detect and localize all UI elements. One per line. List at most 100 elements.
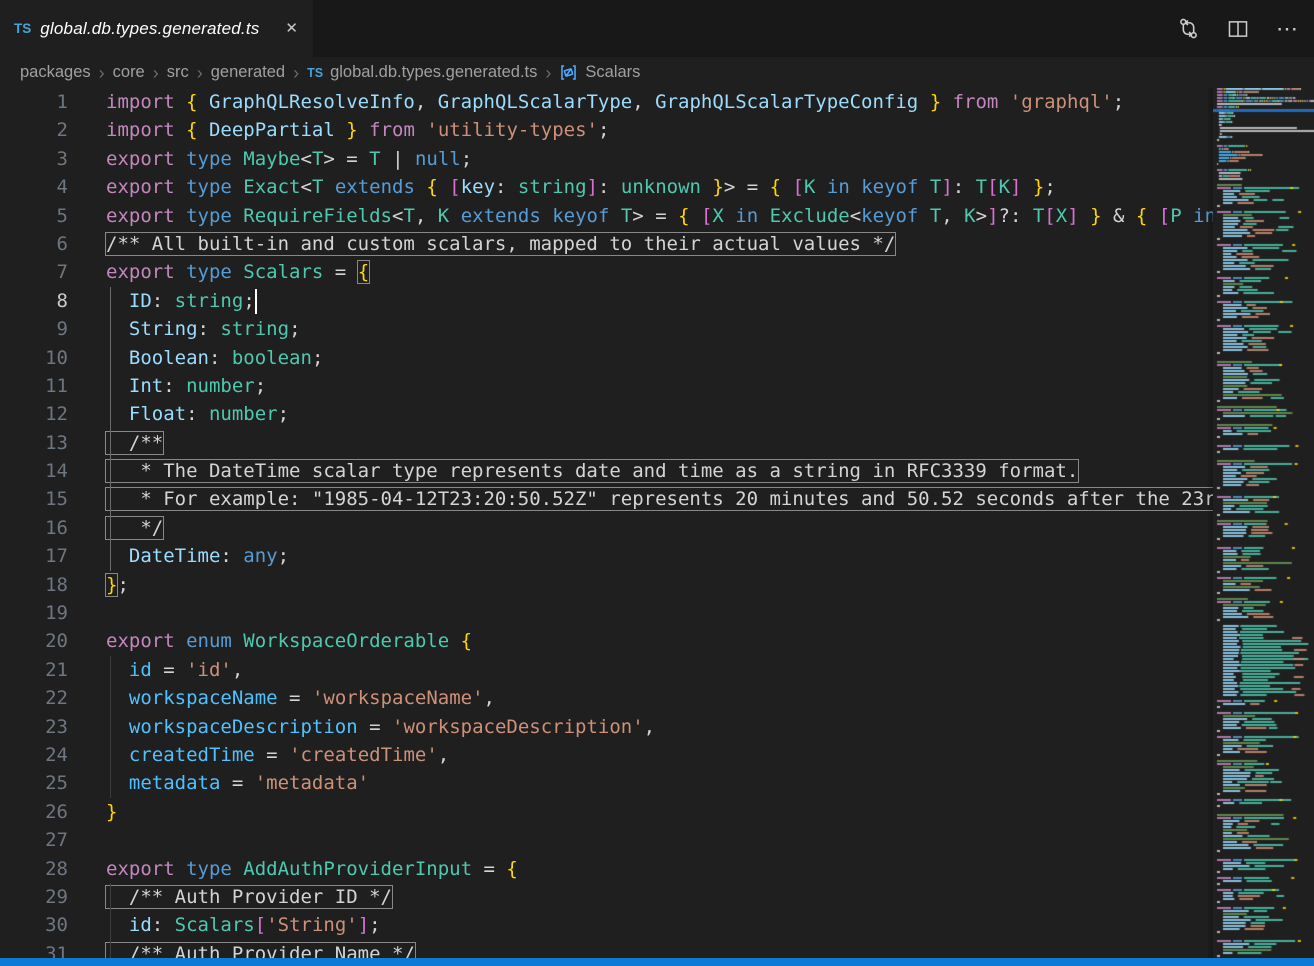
code-line-content: import { DeepPartial } from 'utility-typ… bbox=[68, 116, 609, 144]
status-accent-bar bbox=[0, 958, 1314, 966]
code-line[interactable]: 5export type RequireFields<T, K extends … bbox=[0, 202, 1213, 230]
code-line[interactable]: 26} bbox=[0, 798, 1213, 826]
line-number: 27 bbox=[0, 826, 68, 854]
code-line[interactable]: 23 workspaceDescription = 'workspaceDesc… bbox=[0, 713, 1213, 741]
more-actions-button[interactable]: ⋯ bbox=[1276, 18, 1298, 40]
close-tab-button[interactable]: ✕ bbox=[282, 18, 301, 39]
code-line[interactable]: 8 ID: string; bbox=[0, 287, 1213, 315]
indent-guide bbox=[110, 883, 111, 966]
code-line[interactable]: 3export type Maybe<T> = T | null; bbox=[0, 145, 1213, 173]
line-number: 6 bbox=[0, 230, 68, 258]
line-number: 2 bbox=[0, 116, 68, 144]
code-lines: 1import { GraphQLResolveInfo, GraphQLSca… bbox=[0, 88, 1213, 966]
code-line-content: export type AddAuthProviderInput = { bbox=[68, 855, 518, 883]
code-line-content: createdTime = 'createdTime', bbox=[68, 741, 449, 769]
code-line[interactable]: 17 DateTime: any; bbox=[0, 542, 1213, 570]
code-line[interactable]: 11 Int: number; bbox=[0, 372, 1213, 400]
code-line-content: metadata = 'metadata' bbox=[68, 769, 369, 797]
typescript-file-icon: TS bbox=[14, 21, 31, 36]
code-line[interactable]: 1import { GraphQLResolveInfo, GraphQLSca… bbox=[0, 88, 1213, 116]
code-line-content: */ bbox=[68, 514, 163, 542]
compare-changes-button[interactable] bbox=[1177, 17, 1200, 40]
line-number: 22 bbox=[0, 684, 68, 712]
code-line-content: import { GraphQLResolveInfo, GraphQLScal… bbox=[68, 88, 1124, 116]
indent-guide bbox=[110, 287, 111, 571]
code-line[interactable]: 24 createdTime = 'createdTime', bbox=[0, 741, 1213, 769]
code-line[interactable]: 2import { DeepPartial } from 'utility-ty… bbox=[0, 116, 1213, 144]
breadcrumb-item-core[interactable]: core bbox=[113, 63, 145, 82]
code-line-content: }; bbox=[68, 571, 129, 599]
chevron-right-icon: › bbox=[292, 64, 300, 82]
code-line-content bbox=[68, 826, 106, 854]
code-line[interactable]: 12 Float: number; bbox=[0, 400, 1213, 428]
breadcrumb-item-file[interactable]: TS global.db.types.generated.ts bbox=[307, 63, 537, 82]
code-line[interactable]: 7export type Scalars = { bbox=[0, 258, 1213, 286]
line-number: 7 bbox=[0, 258, 68, 286]
code-line-content: String: string; bbox=[68, 315, 301, 343]
line-number: 4 bbox=[0, 173, 68, 201]
code-line-content: Boolean: boolean; bbox=[68, 344, 323, 372]
editor-actions: ⋯ bbox=[1177, 0, 1314, 57]
line-number: 3 bbox=[0, 145, 68, 173]
line-number: 21 bbox=[0, 656, 68, 684]
breadcrumb-item-src[interactable]: src bbox=[167, 63, 189, 82]
code-line-content: export type Exact<T extends { [key: stri… bbox=[68, 173, 1056, 201]
minimap[interactable] bbox=[1213, 88, 1314, 966]
vscode-editor-window: TS global.db.types.generated.ts ✕ bbox=[0, 0, 1314, 966]
code-line-content: } bbox=[68, 798, 117, 826]
split-editor-icon bbox=[1227, 18, 1249, 40]
text-cursor bbox=[255, 289, 257, 314]
breadcrumb-item-generated[interactable]: generated bbox=[211, 63, 285, 82]
line-number: 1 bbox=[0, 88, 68, 116]
line-number: 13 bbox=[0, 429, 68, 457]
line-number: 20 bbox=[0, 627, 68, 655]
code-line[interactable]: 25 metadata = 'metadata' bbox=[0, 769, 1213, 797]
code-line[interactable]: 9 String: string; bbox=[0, 315, 1213, 343]
code-line[interactable]: 10 Boolean: boolean; bbox=[0, 344, 1213, 372]
tab-bar: TS global.db.types.generated.ts ✕ bbox=[0, 0, 1314, 57]
breadcrumb: packages › core › src › generated › TS g… bbox=[0, 57, 1314, 88]
line-number: 11 bbox=[0, 372, 68, 400]
tab-global-db-types[interactable]: TS global.db.types.generated.ts ✕ bbox=[0, 0, 313, 57]
code-line-content: * For example: "1985-04-12T23:20:50.52Z"… bbox=[68, 485, 1213, 513]
typescript-file-icon: TS bbox=[307, 66, 323, 80]
code-line-content: export type RequireFields<T, K extends k… bbox=[68, 202, 1213, 230]
code-line[interactable]: 28export type AddAuthProviderInput = { bbox=[0, 855, 1213, 883]
line-number: 23 bbox=[0, 713, 68, 741]
close-icon: ✕ bbox=[285, 20, 298, 37]
code-line[interactable]: 4export type Exact<T extends { [key: str… bbox=[0, 173, 1213, 201]
code-line[interactable]: 6/** All built-in and custom scalars, ma… bbox=[0, 230, 1213, 258]
line-number: 14 bbox=[0, 457, 68, 485]
code-line-content: id: Scalars['String']; bbox=[68, 911, 381, 939]
split-editor-button[interactable] bbox=[1227, 18, 1249, 40]
code-line[interactable]: 13 /** bbox=[0, 429, 1213, 457]
line-number: 26 bbox=[0, 798, 68, 826]
code-line[interactable]: 19 bbox=[0, 599, 1213, 627]
code-line-content: ID: string; bbox=[68, 287, 255, 315]
line-number: 16 bbox=[0, 514, 68, 542]
code-editor[interactable]: 1import { GraphQLResolveInfo, GraphQLSca… bbox=[0, 88, 1213, 966]
code-line[interactable]: 30 id: Scalars['String']; bbox=[0, 911, 1213, 939]
code-line[interactable]: 22 workspaceName = 'workspaceName', bbox=[0, 684, 1213, 712]
line-number: 9 bbox=[0, 315, 68, 343]
line-number: 24 bbox=[0, 741, 68, 769]
compare-changes-icon bbox=[1177, 17, 1200, 40]
code-line[interactable]: 18}; bbox=[0, 571, 1213, 599]
line-number: 25 bbox=[0, 769, 68, 797]
code-line[interactable]: 14 * The DateTime scalar type represents… bbox=[0, 457, 1213, 485]
code-line-content: * The DateTime scalar type represents da… bbox=[68, 457, 1078, 485]
code-line-content: id = 'id', bbox=[68, 656, 243, 684]
code-line[interactable]: 15 * For example: "1985-04-12T23:20:50.5… bbox=[0, 485, 1213, 513]
code-line-content: workspaceDescription = 'workspaceDescrip… bbox=[68, 713, 655, 741]
breadcrumb-item-symbol[interactable]: Scalars bbox=[559, 63, 640, 82]
code-line[interactable]: 16 */ bbox=[0, 514, 1213, 542]
code-line-content: Int: number; bbox=[68, 372, 266, 400]
symbol-type-icon bbox=[559, 63, 578, 82]
code-line[interactable]: 20export enum WorkspaceOrderable { bbox=[0, 627, 1213, 655]
code-line[interactable]: 21 id = 'id', bbox=[0, 656, 1213, 684]
code-line[interactable]: 27 bbox=[0, 826, 1213, 854]
code-line[interactable]: 29 /** Auth Provider ID */ bbox=[0, 883, 1213, 911]
breadcrumb-item-packages[interactable]: packages bbox=[20, 63, 91, 82]
line-number: 30 bbox=[0, 911, 68, 939]
code-line-content: workspaceName = 'workspaceName', bbox=[68, 684, 495, 712]
